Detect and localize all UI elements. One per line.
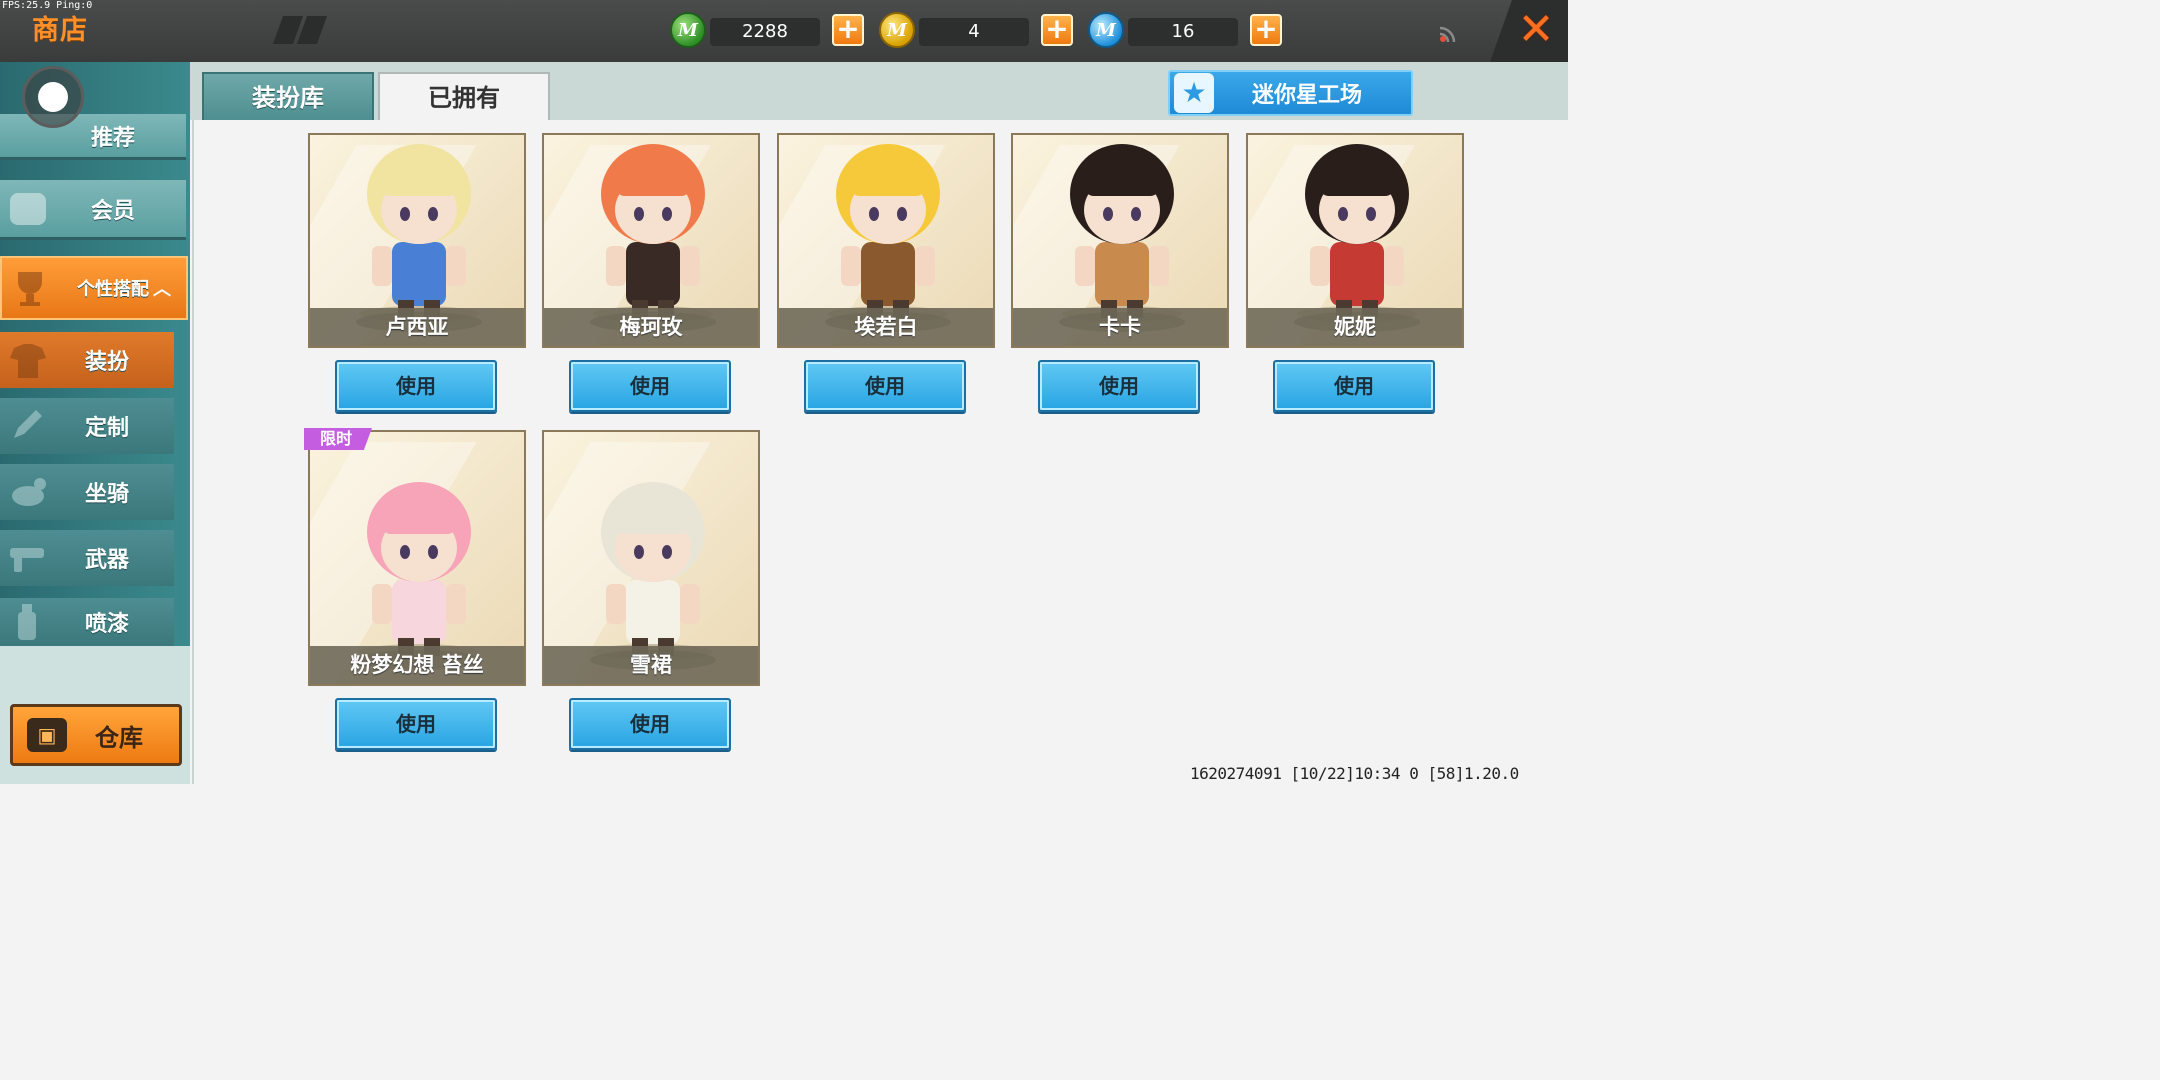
page-title: 商店 [32,15,88,46]
warehouse-button[interactable]: ▣ 仓库 [10,704,182,766]
outfit-name: 卡卡 [1013,308,1227,346]
sidebar-item-label: 个性搭配 [77,279,149,300]
use-outfit-button[interactable]: 使用 [569,698,731,750]
trophy-icon [18,272,42,306]
warehouse-label: 仓库 [95,723,143,752]
limited-badge: 限时 [304,428,372,450]
sidebar-item-spray[interactable]: 喷漆 [0,598,174,646]
outfit-name: 粉梦幻想 苔丝 [310,646,524,684]
sidebar-item-personal[interactable]: 个性搭配 ︿ [0,256,188,320]
add-mini-point-button[interactable]: + [1250,14,1282,46]
mini-coin-icon: M [879,12,915,48]
spray-icon [18,604,36,640]
use-outfit-button[interactable]: 使用 [1273,360,1435,412]
sidebar-item-outfit[interactable]: 装扮 [0,332,174,388]
sidebar-item-label: 推荐 [90,125,135,151]
use-outfit-button[interactable]: 使用 [335,698,497,750]
use-outfit-button[interactable]: 使用 [1038,360,1200,412]
sidebar-item-recommend[interactable]: 推荐 [0,114,186,160]
pencil-icon [14,410,42,438]
outfit-card[interactable]: 雪裙 [542,430,760,686]
outfit-name: 妮妮 [1248,308,1462,346]
outfit-card[interactable]: 卢西亚 [308,133,526,348]
add-mini-coin-button[interactable]: + [1041,14,1073,46]
mini-bean-count: 2288 [710,18,820,46]
sidebar-item-label: 坐骑 [84,482,129,507]
shirt-icon [10,344,46,378]
add-mini-bean-button[interactable]: + [832,14,864,46]
mini-bean-icon: M [670,12,706,48]
signal-icon [1436,22,1460,46]
outfit-card[interactable]: 埃若白 [777,133,995,348]
mini-point-icon: M [1088,12,1124,48]
use-outfit-button[interactable]: 使用 [804,360,966,412]
workshop-label: 迷你星工场 [1252,83,1363,108]
mini-coin-count: 4 [919,18,1029,46]
sidebar-item-mount[interactable]: 坐骑 [0,464,174,520]
sidebar-item-label: 装扮 [84,350,129,375]
outfit-name: 埃若白 [779,308,993,346]
mini-point-count: 16 [1128,18,1238,46]
mini-workshop-button[interactable]: ★ 迷你星工场 [1168,70,1413,116]
outfit-name: 梅珂玫 [544,308,758,346]
sidebar-item-custom[interactable]: 定制 [0,398,174,454]
outfit-card[interactable]: 梅珂玫 [542,133,760,348]
outfit-card[interactable]: 妮妮 [1246,133,1464,348]
gun-icon [10,548,44,572]
sidebar-item-weapon[interactable]: 武器 [0,530,174,586]
build-info: 1620274091 [10/22]10:34 0 [58]1.20.0 [1190,764,1519,783]
sidebar-item-label: 喷漆 [84,612,129,637]
vip-icon [10,192,46,225]
sidebar-item-label: 武器 [84,548,129,573]
tab-outfit-library[interactable]: 装扮库 [202,72,374,122]
mount-icon [12,478,46,506]
outfit-card[interactable]: 粉梦幻想 苔丝 [308,430,526,686]
chevron-up-icon: ︿ [153,279,171,300]
outfit-card[interactable]: 卡卡 [1011,133,1229,348]
sidebar-item-vip[interactable]: 会员 [0,180,186,240]
star-icon: ★ [1174,73,1214,113]
outfit-name: 雪裙 [544,646,758,684]
use-outfit-button[interactable]: 使用 [335,360,497,412]
sidebar-item-label: 会员 [90,198,135,224]
outfit-name: 卢西亚 [310,308,524,346]
tab-owned[interactable]: 已拥有 [378,72,550,122]
use-outfit-button[interactable]: 使用 [569,360,731,412]
sidebar-item-label: 定制 [84,416,129,441]
chest-icon: ▣ [27,718,67,752]
record-button[interactable] [22,66,84,128]
close-icon[interactable]: ✕ [1512,6,1560,54]
top-bar: FPS:25.9 Ping:0 商店 M 2288 + M 4 + M 16 +… [0,0,1568,62]
